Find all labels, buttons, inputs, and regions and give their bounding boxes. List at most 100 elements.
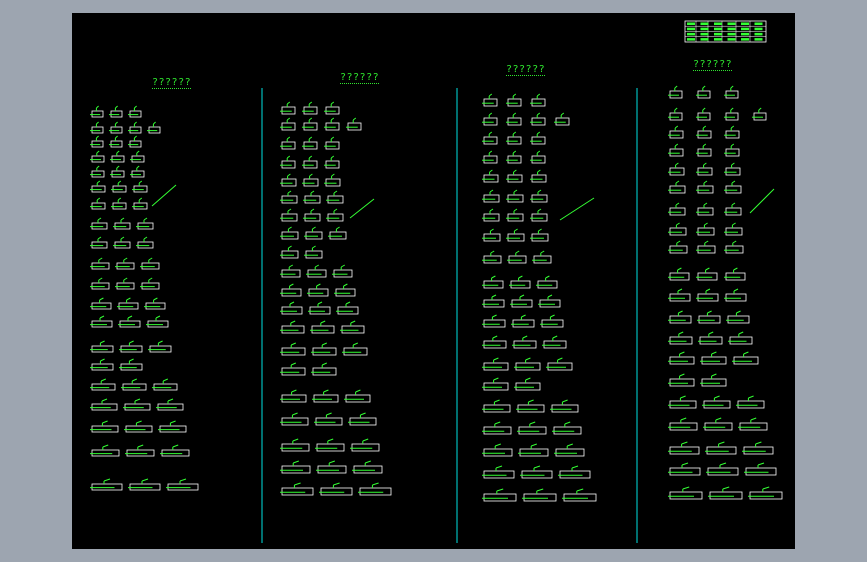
section-detail <box>128 478 161 491</box>
section-outline <box>110 140 123 148</box>
section-outline <box>559 470 591 479</box>
leader-tick <box>123 277 128 281</box>
section-detail <box>311 362 337 376</box>
section-detail <box>724 162 741 176</box>
leader-tick <box>537 208 542 212</box>
leader-tick <box>571 465 579 469</box>
leader-tick <box>320 320 326 324</box>
leader-tick <box>138 197 143 201</box>
section-outline <box>167 483 199 491</box>
leader-tick <box>522 335 528 339</box>
section-detail <box>140 277 160 290</box>
section-detail <box>482 294 505 308</box>
section-detail <box>482 443 513 457</box>
title-block-text <box>687 22 695 25</box>
section-outline <box>147 320 169 328</box>
section-outline <box>669 245 688 254</box>
section-detail <box>696 107 711 121</box>
section-outline <box>669 422 698 431</box>
leader-tick <box>96 150 100 154</box>
section-detail <box>668 373 695 387</box>
section-detail <box>482 488 517 502</box>
section-outline <box>725 245 744 254</box>
section-detail <box>340 320 365 334</box>
leader-tick <box>129 358 134 362</box>
section-outline <box>91 126 104 134</box>
leader-tick <box>308 101 313 105</box>
section-outline <box>701 378 727 387</box>
section-detail <box>113 236 131 249</box>
section-outline <box>316 443 345 452</box>
leader-tick <box>134 398 141 402</box>
section-detail <box>280 245 299 259</box>
leader-tick <box>117 180 122 184</box>
section-detail <box>280 438 310 452</box>
leader-tick <box>525 377 531 381</box>
leader-tick <box>533 465 541 469</box>
leader-tick <box>678 331 684 335</box>
section-detail <box>332 264 353 278</box>
leader-tick <box>291 362 296 366</box>
section-detail <box>482 189 500 203</box>
leader-tick <box>714 395 720 399</box>
section-outline <box>523 493 557 502</box>
leader-line <box>749 188 775 214</box>
section-outline <box>320 487 353 496</box>
section-outline <box>124 403 151 411</box>
leader-tick <box>512 112 517 116</box>
section-outline <box>697 185 714 194</box>
section-detail <box>280 460 311 474</box>
section-outline <box>729 336 753 345</box>
section-detail <box>530 150 546 164</box>
section-outline <box>483 362 509 371</box>
section-outline <box>669 207 686 216</box>
section-detail <box>506 169 523 183</box>
section-outline <box>281 325 305 334</box>
leader-tick <box>536 112 541 116</box>
leader-tick <box>101 398 108 402</box>
leader-tick <box>702 125 707 129</box>
section-detail <box>506 228 525 242</box>
leader-tick <box>680 395 686 399</box>
leader-tick <box>492 335 498 339</box>
section-outline <box>743 446 774 455</box>
leader-tick <box>120 217 125 221</box>
leader-line <box>349 198 375 219</box>
section-detail <box>668 202 686 216</box>
section-outline <box>483 213 500 222</box>
section-outline <box>91 449 120 457</box>
leader-tick <box>115 105 118 109</box>
section-outline <box>116 282 135 290</box>
leader-tick <box>96 165 100 169</box>
leader-tick <box>731 202 736 206</box>
section-detail <box>140 257 160 270</box>
section-detail <box>668 417 698 431</box>
section-detail <box>724 180 742 194</box>
section-outline <box>91 345 114 353</box>
section-outline <box>669 227 687 236</box>
section-outline <box>725 227 743 236</box>
section-outline <box>325 122 340 131</box>
title-block-text <box>727 27 736 31</box>
section-outline <box>669 185 686 194</box>
section-detail <box>280 226 299 240</box>
leader-tick <box>286 117 291 121</box>
section-detail <box>280 389 307 403</box>
section-detail <box>280 342 306 356</box>
section-detail <box>302 173 319 187</box>
leader-tick <box>143 217 148 221</box>
leader-tick <box>722 486 730 490</box>
section-detail <box>482 335 507 349</box>
section-detail <box>304 245 323 259</box>
section-outline <box>145 302 166 310</box>
section-detail <box>128 105 142 118</box>
leader-tick <box>136 150 140 154</box>
leader-tick <box>96 180 101 184</box>
section-detail <box>280 283 302 297</box>
section-outline <box>341 325 365 334</box>
section-outline <box>303 141 318 150</box>
section-outline <box>507 213 524 222</box>
section-detail <box>482 377 509 391</box>
section-detail <box>90 236 108 249</box>
section-detail <box>109 135 123 148</box>
